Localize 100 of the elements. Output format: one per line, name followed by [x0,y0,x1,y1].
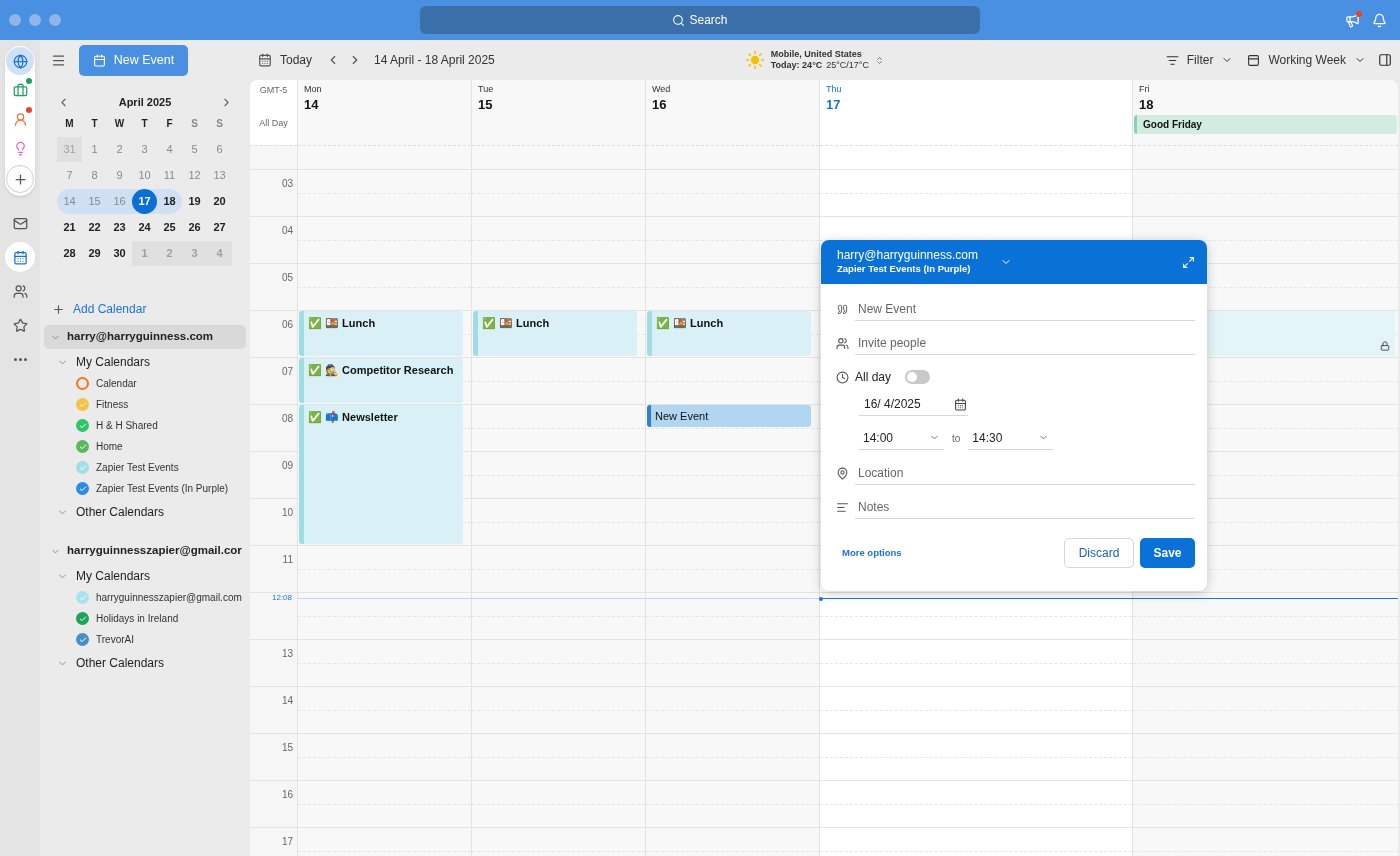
calendar-day[interactable]: 18 [157,189,182,214]
window-icon [1247,53,1261,67]
save-button[interactable]: Save [1140,538,1195,568]
expand-icon[interactable] [874,55,884,65]
calendar-group[interactable]: My Calendars [40,351,250,373]
day-number[interactable]: 17 [826,96,1126,112]
briefcase-icon [12,82,28,98]
calendar-day[interactable]: 23 [107,215,132,240]
all-day-event[interactable]: Good Friday [1134,114,1397,134]
people-icon [835,336,849,350]
calendar-event[interactable]: ✅ 🍱 Lunch [299,310,463,356]
calendar-icon [92,53,106,67]
menu-icon[interactable] [51,52,66,68]
weekday-name: Wed [652,83,672,96]
hour-label: 07 [281,365,293,379]
globe-icon [12,53,28,69]
calendar-button[interactable] [5,242,35,272]
calendar-event[interactable]: ✅ 🍱 Lunch [473,310,637,356]
end-time-field[interactable]: 14:30 [968,426,1054,450]
calendar-group[interactable]: My Calendars [40,565,250,587]
hour-label: 03 [281,177,293,191]
plus-icon[interactable] [52,302,65,316]
calendar-day[interactable]: 24 [132,215,157,240]
calendar-day[interactable]: 27 [207,215,232,240]
search-icon [672,13,686,27]
calendar-day[interactable]: 29 [82,241,107,266]
more-options-link[interactable]: More options [842,545,902,561]
star-icon [12,317,28,333]
calendar-item[interactable]: Zapier Test Events [40,457,250,478]
calendar-day[interactable]: 25 [157,215,182,240]
check-icon [78,463,87,472]
calendar-icon[interactable] [954,397,967,411]
weather-range: 25°C/17°C [826,60,869,71]
add-calendar-link[interactable]: Add Calendar [73,300,147,318]
announcement-button[interactable] [1345,12,1360,28]
today-button[interactable]: Today [258,51,313,69]
calendar-item[interactable]: Home [40,436,250,457]
day-number[interactable]: 18 [1139,96,1392,112]
calendar-day[interactable]: 20 [207,189,232,214]
notifications-icon[interactable] [1372,12,1387,28]
account-row[interactable]: harry@harryguinness.com [44,325,246,349]
calendar-item[interactable]: Calendar [40,373,250,394]
calendar-item[interactable]: Holidays in Ireland [40,608,250,629]
calendar-group[interactable]: Other Calendars [40,652,250,674]
calendar-group[interactable]: Other Calendars [40,501,250,523]
weekday-name: Mon [304,83,323,96]
invite-field[interactable]: Invite people [855,331,1195,355]
calendar-checkbox[interactable] [76,419,89,432]
calendar-day[interactable]: 28 [57,241,82,266]
view-button[interactable]: Working Week [1247,51,1366,69]
date-range: 14 April - 18 April 2025 [374,52,495,69]
calendar-icon [12,249,28,265]
check-icon [78,635,87,644]
all-day-label: All Day [259,116,288,130]
day-number[interactable]: 15 [478,96,639,112]
calendar-name: Zapier Test Events (In Purple) [837,262,972,275]
calendar-icon [258,53,272,67]
calendar-checkbox[interactable] [76,633,89,646]
calendar-item[interactable]: Zapier Test Events (In Purple) [40,478,250,499]
calendar-checkbox[interactable] [76,591,89,604]
calendar-checkbox[interactable] [76,398,89,411]
date-field[interactable]: 16/ 4/2025 [859,393,968,416]
title-field[interactable]: New Event [855,297,1195,321]
calendar-event[interactable]: ✅ 📫 Newsletter [299,404,463,544]
filter-button[interactable]: Filter [1165,51,1234,69]
calendar-day[interactable]: 22 [82,215,107,240]
calendar-day[interactable]: 21 [57,215,82,240]
location-field[interactable]: Location [855,461,1195,485]
weekday-name: Thu [826,83,843,96]
calendar-checkbox[interactable] [76,461,89,474]
expand-icon[interactable] [1182,255,1195,269]
calendar-event[interactable]: ✅ 🍱 Lunch [647,310,811,356]
search-field[interactable]: Search [420,6,980,34]
day-number[interactable]: 14 [304,96,465,112]
calendar-item[interactable]: harryguinnesszapier@gmail.com [40,587,250,608]
calendar-day[interactable]: 26 [182,215,207,240]
calendar-day[interactable]: 30 [107,241,132,266]
calendar-checkbox[interactable] [76,482,89,495]
calendar-checkbox[interactable] [76,440,89,453]
calendar-day[interactable]: 19 [182,189,207,214]
timezone-label: GMT-5 [259,84,288,97]
all-day-toggle[interactable] [905,370,931,384]
panel-icon[interactable] [1378,53,1392,67]
calendar-item[interactable]: H & H Shared [40,415,250,436]
calendar-item[interactable]: Fitness [40,394,250,415]
person-icon [12,111,28,127]
calendar-item[interactable]: TrevorAI [40,629,250,650]
account-row[interactable]: harryguinnesszapier@gmail.cor [44,539,246,563]
globe-button[interactable] [6,47,34,75]
notes-field[interactable]: Notes [855,495,1195,519]
weekday-label: S [215,117,224,131]
calendar-checkbox[interactable] [76,612,89,625]
calendar-event[interactable]: ✅ 🕵 Competitor Research [299,357,463,403]
calendar-checkbox[interactable] [76,377,89,390]
start-time-field[interactable]: 14:00 [859,426,944,450]
calendar-day[interactable]: 17 [132,189,157,214]
discard-button[interactable]: Discard [1064,538,1134,568]
weekday-label: T [140,117,149,131]
day-number[interactable]: 16 [652,96,813,112]
calendar-event[interactable]: New Event [647,404,811,427]
